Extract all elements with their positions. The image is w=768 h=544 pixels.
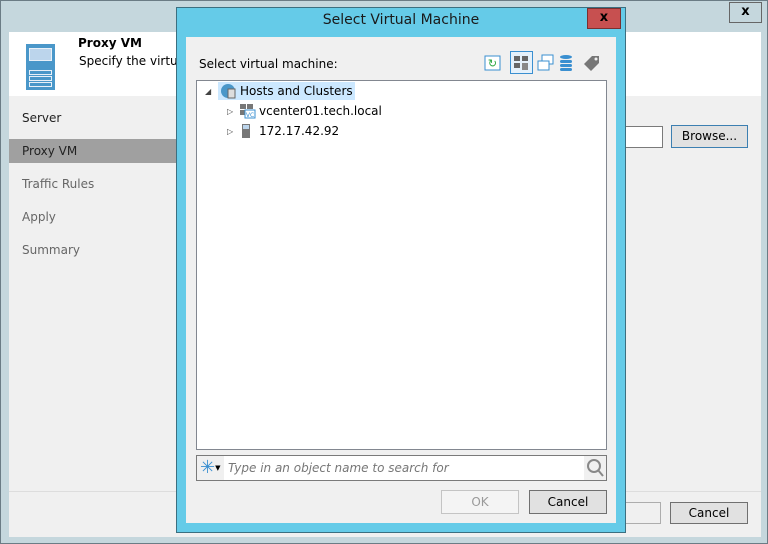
chevron-down-icon: ▼ [215,464,221,472]
expand-arrow-icon[interactable]: ▷ [227,127,233,136]
step-summary[interactable]: Summary [9,238,177,262]
tree-node-label: vcenter01.tech.local [259,104,382,118]
hosts-and-clusters-view-icon[interactable] [510,51,533,74]
page-title: Proxy VM [78,36,142,50]
select-vm-dialog: Select Virtual Machine x Select virtual … [176,7,626,533]
ok-button[interactable]: OK [441,490,519,514]
search-scope-dropdown[interactable]: ✳▼ [197,456,224,480]
step-apply[interactable]: Apply [9,205,177,229]
tags-view-icon[interactable] [582,53,602,73]
refresh-icon[interactable]: ↻ [483,53,503,73]
step-traffic-rules[interactable]: Traffic Rules [9,172,177,196]
tree-node-label: Hosts and Clusters [240,84,353,98]
cancel-button[interactable]: Cancel [529,490,607,514]
tree-node-vcenter[interactable]: VC vcenter01.tech.local [239,102,382,120]
host-server-icon [242,124,250,138]
search-icon[interactable] [584,456,606,480]
step-server[interactable]: Server [9,106,177,130]
vcenter-icon: VC [240,104,256,119]
tree-node-hosts-and-clusters[interactable]: Hosts and Clusters [218,82,355,100]
search-input[interactable]: ✳▼ Type in an object name to search for [196,455,607,481]
expand-arrow-icon[interactable]: ▷ [227,107,233,116]
collapse-arrow-icon[interactable]: ◢ [205,87,211,96]
vms-and-templates-view-icon[interactable] [536,53,556,73]
svg-text:↻: ↻ [488,57,497,70]
tree-node-label: 172.17.42.92 [259,124,340,138]
step-proxy-vm[interactable]: Proxy VM [9,139,177,163]
dialog-title: Select Virtual Machine [322,12,480,28]
dialog-close-button[interactable]: x [587,8,621,29]
svg-text:VC: VC [246,112,254,119]
wizard-cancel-button[interactable]: Cancel [670,502,748,524]
asterisk-icon: ✳ [200,457,216,478]
page-subtitle: Specify the virtual [79,54,189,68]
browse-button[interactable]: Browse... [671,125,748,148]
proxy-vm-icon [26,44,55,90]
datastores-view-icon[interactable] [557,53,577,73]
tree-node-host[interactable]: 172.17.42.92 [239,122,339,140]
globe-icon [221,84,236,99]
search-placeholder: Type in an object name to search for [228,461,449,475]
dialog-body: Select virtual machine: ↻ ◢ Hosts and Cl… [186,37,616,523]
select-vm-label: Select virtual machine: [199,57,338,71]
wizard-close-button[interactable]: x [729,2,762,23]
vm-tree[interactable]: ◢ Hosts and Clusters ▷ VC vcenter01.tech… [196,80,607,450]
